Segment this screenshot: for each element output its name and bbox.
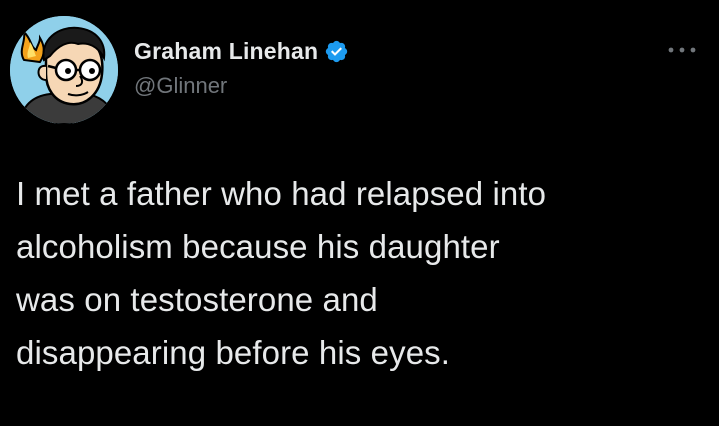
author-name-row[interactable]: Graham Linehan: [134, 36, 349, 66]
author-handle[interactable]: @Glinner: [134, 73, 227, 99]
avatar[interactable]: [10, 16, 118, 124]
tweet-text: I met a father who had relapsed into alc…: [16, 175, 547, 371]
tweet-card: Graham Linehan @Glinner I met a father w…: [0, 0, 719, 426]
more-options-button[interactable]: [666, 40, 698, 60]
verified-badge-icon: [324, 39, 349, 64]
cartoon-portrait-avatar-icon: [10, 16, 118, 124]
author-display-name[interactable]: Graham Linehan: [134, 38, 318, 65]
more-options-icon: [668, 47, 696, 53]
